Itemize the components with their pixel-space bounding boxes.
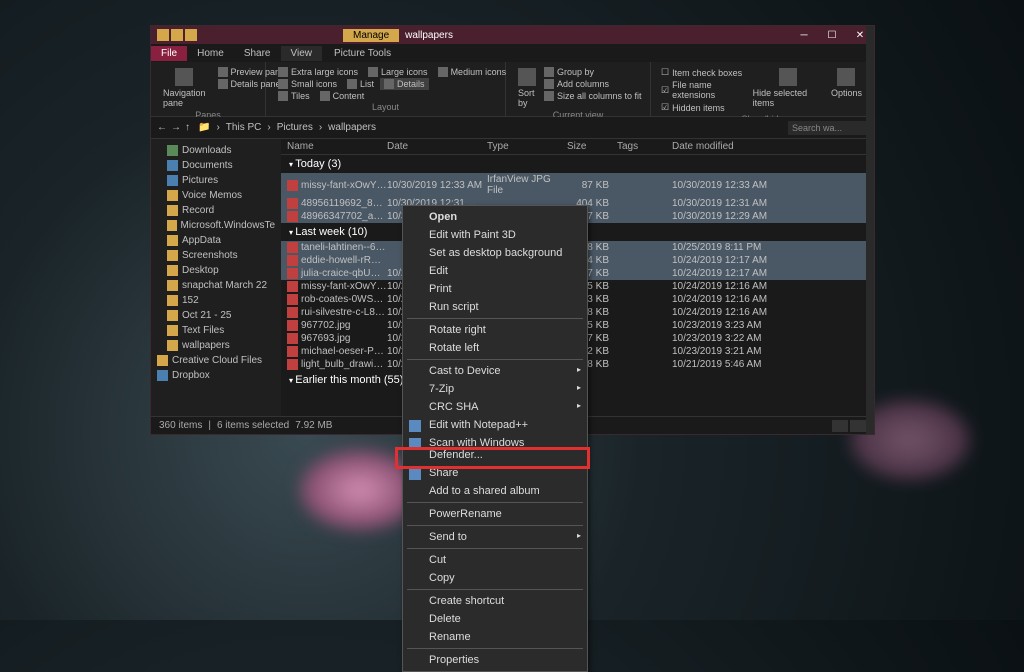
maximize-button[interactable]: ☐ (818, 26, 846, 44)
menu-file[interactable]: File (151, 46, 187, 61)
sidebar-item[interactable]: Voice Memos (151, 188, 281, 203)
menu-item-properties[interactable]: Properties (403, 651, 587, 669)
layout-details[interactable]: Details (380, 78, 429, 90)
menu-item-rotate-left[interactable]: Rotate left (403, 339, 587, 357)
menu-item-set-as-desktop-background[interactable]: Set as desktop background (403, 244, 587, 262)
manage-tab[interactable]: Manage (343, 29, 399, 42)
item-check-boxes[interactable]: Item check boxes (659, 66, 749, 79)
sidebar-item[interactable]: Pictures (151, 173, 281, 188)
sidebar-item[interactable]: Oct 21 - 25 (151, 308, 281, 323)
group-by[interactable]: Group by (540, 66, 646, 78)
layout-small[interactable]: Small icons (274, 78, 341, 90)
sidebar-item[interactable]: Microsoft.WindowsTe (151, 218, 281, 233)
menu-separator (407, 648, 583, 649)
sidebar-item[interactable]: Dropbox (151, 368, 281, 383)
menu-separator (407, 502, 583, 503)
sidebar-item[interactable]: AppData (151, 233, 281, 248)
hidden-items[interactable]: Hidden items (659, 101, 749, 114)
navigation-sidebar: DownloadsDocumentsPicturesVoice MemosRec… (151, 139, 281, 416)
menu-item-rename[interactable]: Rename (403, 628, 587, 646)
up-button[interactable]: ↑ (185, 122, 190, 133)
layout-extra-large[interactable]: Extra large icons (274, 66, 362, 78)
sidebar-item[interactable]: Record (151, 203, 281, 218)
sort-by-button[interactable]: Sort by (514, 66, 540, 110)
layout-label: Layout (274, 102, 497, 112)
sidebar-item[interactable]: Screenshots (151, 248, 281, 263)
sidebar-item[interactable]: Creative Cloud Files (151, 353, 281, 368)
sidebar-item[interactable]: Downloads (151, 143, 281, 158)
column-headers[interactable]: NameDateTypeSizeTagsDate modified (281, 139, 874, 155)
layout-list[interactable]: List (343, 78, 378, 90)
status-selected-count: 6 items selected (217, 420, 289, 431)
menu-share[interactable]: Share (234, 46, 281, 61)
menu-item-run-script[interactable]: Run script (403, 298, 587, 316)
group-header[interactable]: Today (3) (281, 155, 874, 173)
layout-tiles[interactable]: Tiles (274, 90, 314, 102)
sidebar-item[interactable]: Desktop (151, 263, 281, 278)
menu-item-edit-with-notepad-[interactable]: Edit with Notepad++ (403, 416, 587, 434)
status-item-count: 360 items (159, 420, 202, 431)
minimize-button[interactable]: ─ (790, 26, 818, 44)
menu-item-edit-with-paint-3d[interactable]: Edit with Paint 3D (403, 226, 587, 244)
ribbon: Navigation pane Preview pane Details pan… (151, 62, 874, 117)
navigation-pane-button[interactable]: Navigation pane (159, 66, 210, 110)
size-all-columns[interactable]: Size all columns to fit (540, 90, 646, 102)
quick-access-icons (151, 29, 203, 41)
menu-item-add-to-a-shared-album[interactable]: Add to a shared album (403, 482, 587, 500)
menu-home[interactable]: Home (187, 46, 234, 61)
add-columns[interactable]: Add columns (540, 78, 646, 90)
layout-content[interactable]: Content (316, 90, 369, 102)
search-input[interactable]: Search wa... (788, 121, 868, 135)
sidebar-item[interactable]: wallpapers (151, 338, 281, 353)
breadcrumb: ← → ↑ 📁 › This PC › Pictures › wallpaper… (151, 117, 874, 139)
view-large-button[interactable] (850, 420, 866, 432)
window-title: wallpapers (405, 30, 453, 41)
scrollbar[interactable] (866, 155, 874, 416)
layout-medium[interactable]: Medium icons (434, 66, 511, 78)
menu-view[interactable]: View (281, 46, 323, 61)
file-row[interactable]: missy-fant-xOwYw...10/30/2019 12:33 AMIr… (281, 173, 874, 197)
back-button[interactable]: ← (157, 122, 167, 133)
sidebar-item[interactable]: Documents (151, 158, 281, 173)
menu-separator (407, 525, 583, 526)
menu-item-create-shortcut[interactable]: Create shortcut (403, 592, 587, 610)
menu-item-rotate-right[interactable]: Rotate right (403, 321, 587, 339)
view-details-button[interactable] (832, 420, 848, 432)
menu-item-scan-with-windows-defender-[interactable]: Scan with Windows Defender... (403, 434, 587, 464)
sidebar-item[interactable]: 152 (151, 293, 281, 308)
menu-item-delete[interactable]: Delete (403, 610, 587, 628)
status-size: 7.92 MB (295, 420, 332, 431)
layout-large[interactable]: Large icons (364, 66, 432, 78)
menubar: File Home Share View Picture Tools (151, 44, 874, 62)
forward-button[interactable]: → (171, 122, 181, 133)
file-name-extensions[interactable]: File name extensions (659, 79, 749, 101)
menu-item-crc-sha[interactable]: CRC SHA (403, 398, 587, 416)
menu-separator (407, 548, 583, 549)
titlebar: Manage wallpapers ─ ☐ ✕ (151, 26, 874, 44)
options-button[interactable]: Options (827, 66, 866, 114)
sidebar-item[interactable]: snapchat March 22 (151, 278, 281, 293)
menu-item-open[interactable]: Open (403, 208, 587, 226)
menu-item-powerrename[interactable]: PowerRename (403, 505, 587, 523)
menu-item-print[interactable]: Print (403, 280, 587, 298)
menu-item-edit[interactable]: Edit (403, 262, 587, 280)
menu-item-send-to[interactable]: Send to (403, 528, 587, 546)
sidebar-item[interactable]: Text Files (151, 323, 281, 338)
address-bar[interactable]: 📁 › This PC › Pictures › wallpapers (196, 122, 782, 133)
menu-separator (407, 589, 583, 590)
menu-item-cast-to-device[interactable]: Cast to Device (403, 362, 587, 380)
menu-separator (407, 318, 583, 319)
menu-item-7-zip[interactable]: 7-Zip (403, 380, 587, 398)
folder-icon: 📁 (196, 122, 212, 133)
hide-selected-button[interactable]: Hide selected items (749, 66, 827, 114)
context-menu: OpenEdit with Paint 3DSet as desktop bac… (402, 205, 588, 672)
menu-item-cut[interactable]: Cut (403, 551, 587, 569)
menu-item-copy[interactable]: Copy (403, 569, 587, 587)
menu-separator (407, 359, 583, 360)
menu-item-share[interactable]: Share (403, 464, 587, 482)
menu-picture-tools[interactable]: Picture Tools (324, 46, 401, 61)
